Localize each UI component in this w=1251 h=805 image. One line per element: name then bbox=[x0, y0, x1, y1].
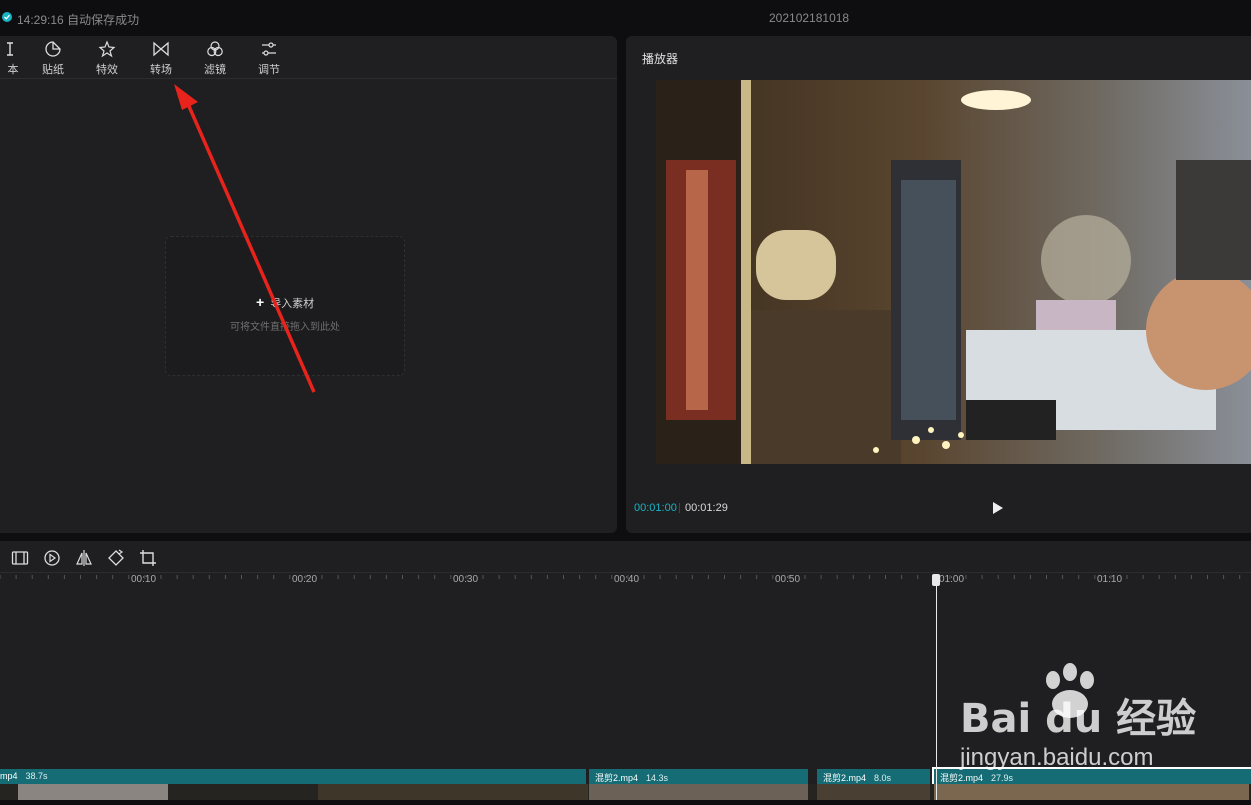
tool-transition[interactable]: 转场 bbox=[141, 38, 181, 78]
clip-duration: 27.9s bbox=[991, 773, 1014, 783]
ruler-label: 00:40 bbox=[614, 574, 640, 585]
ruler-label: 00:50 bbox=[775, 574, 801, 585]
timeline-clip-selected[interactable]: 混剪2.mp4 27.9s bbox=[932, 767, 1251, 784]
play-button[interactable] bbox=[992, 501, 1004, 520]
freeze-button[interactable] bbox=[43, 549, 61, 567]
crop-icon bbox=[140, 550, 156, 566]
video-preview[interactable] bbox=[656, 80, 1251, 464]
transition-icon bbox=[153, 41, 169, 57]
sticker-icon bbox=[45, 41, 61, 57]
current-time: 00:01:00 bbox=[634, 502, 677, 514]
rotate-button[interactable] bbox=[107, 549, 125, 567]
ruler-label: 00:20 bbox=[292, 574, 318, 585]
tool-transition-label: 转场 bbox=[150, 64, 172, 76]
tool-effects[interactable]: 特效 bbox=[87, 38, 127, 78]
media-panel: 本 贴纸 特效 转场 滤镜 调节 + 导入素材 可将文件直接拖入到此处 bbox=[0, 36, 617, 533]
clip-name: mp4 bbox=[0, 771, 18, 781]
clip-duration: 38.7s bbox=[25, 771, 48, 781]
ruler-label: 00:30 bbox=[453, 574, 479, 585]
tool-adjust[interactable]: 调节 bbox=[249, 38, 289, 78]
thumbnail-strip bbox=[18, 784, 1249, 800]
video-frame-image bbox=[656, 80, 1251, 464]
timeline-clip[interactable]: 混剪2.mp4 8.0s bbox=[817, 769, 930, 784]
project-name: 202102181018 bbox=[769, 11, 850, 25]
autosave-label: 自动保存成功 bbox=[67, 13, 140, 27]
tool-effects-label: 特效 bbox=[96, 64, 118, 76]
playhead-line[interactable] bbox=[936, 574, 937, 800]
tool-adjust-label: 调节 bbox=[258, 64, 280, 76]
timeline-clip[interactable]: 混剪2.mp4 14.3s bbox=[589, 769, 808, 784]
playhead-handle[interactable] bbox=[932, 574, 940, 586]
mirror-button[interactable] bbox=[75, 549, 93, 567]
clip-duration: 14.3s bbox=[646, 773, 669, 783]
player-title: 播放器 bbox=[642, 52, 679, 66]
timeline-ruler[interactable]: 00:10 00:20 00:30 00:40 00:50 01:00 01:1… bbox=[0, 572, 1251, 589]
effects-icon bbox=[98, 40, 116, 58]
ruler-label: 01:00 bbox=[939, 574, 965, 585]
play-circle-icon bbox=[44, 550, 60, 566]
time-divider bbox=[679, 503, 680, 513]
adjust-icon bbox=[262, 42, 276, 56]
tool-filter-label: 滤镜 bbox=[204, 64, 226, 76]
tool-filter[interactable]: 滤镜 bbox=[195, 38, 235, 78]
asset-toolbar: 本 贴纸 特效 转场 滤镜 调节 bbox=[0, 36, 617, 79]
autosave-time: 14:29:16 bbox=[17, 13, 64, 27]
title-bar: 14:29:16 自动保存成功 202102181018 bbox=[0, 0, 1251, 34]
clip-name: 混剪2.mp4 bbox=[823, 773, 867, 783]
ruler-label: 00:10 bbox=[131, 574, 157, 585]
import-media-button[interactable]: + 导入素材 bbox=[256, 294, 314, 311]
import-hint: 可将文件直接拖入到此处 bbox=[230, 322, 340, 333]
import-media-dropzone[interactable]: + 导入素材 可将文件直接拖入到此处 bbox=[165, 236, 405, 376]
crop-button[interactable] bbox=[139, 549, 157, 567]
ruler-label: 01:10 bbox=[1097, 574, 1123, 585]
mirror-icon bbox=[76, 550, 92, 566]
tool-sticker[interactable]: 贴纸 bbox=[33, 38, 73, 78]
autosave-status: 14:29:16 自动保存成功 bbox=[17, 11, 139, 28]
total-time: 00:01:29 bbox=[685, 502, 728, 514]
plus-icon: + bbox=[256, 294, 265, 310]
import-media-label: 导入素材 bbox=[270, 298, 315, 310]
tool-text[interactable]: 本 bbox=[0, 38, 26, 78]
play-icon bbox=[993, 502, 1003, 514]
split-button[interactable] bbox=[11, 549, 29, 567]
clip-name: 混剪2.mp4 bbox=[940, 773, 984, 783]
clip-name: 混剪2.mp4 bbox=[595, 773, 639, 783]
clip-thumbnails bbox=[0, 784, 1251, 800]
check-icon bbox=[2, 12, 12, 22]
split-icon bbox=[11, 551, 29, 565]
text-icon bbox=[7, 42, 13, 56]
tool-text-label: 本 bbox=[7, 64, 19, 76]
tool-sticker-label: 贴纸 bbox=[42, 64, 64, 76]
filter-icon bbox=[207, 41, 223, 57]
timeline-clip[interactable]: mp4 38.7s bbox=[0, 769, 586, 784]
timeline-panel: 00:10 00:20 00:30 00:40 00:50 01:00 01:1… bbox=[0, 541, 1251, 800]
rotate-icon bbox=[108, 549, 124, 566]
player-panel: 播放器 00:01:00 00:01:29 bbox=[626, 36, 1251, 533]
timeline-toolbar bbox=[0, 541, 1251, 573]
clip-duration: 8.0s bbox=[874, 773, 892, 783]
